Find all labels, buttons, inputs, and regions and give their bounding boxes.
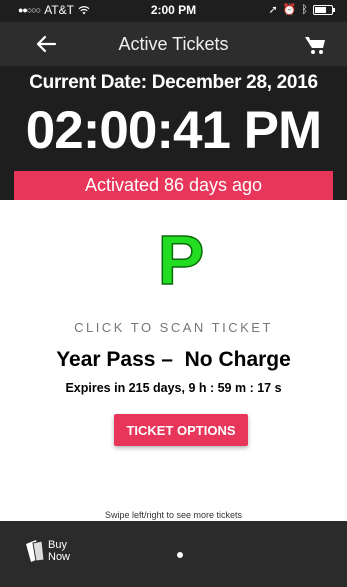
parking-logo-icon[interactable]: P: [158, 230, 204, 288]
signal-strength-icon: ●●○○○: [18, 5, 41, 15]
parking-logo-letter: P: [158, 230, 204, 288]
current-date: Current Date: December 28, 2016: [29, 72, 318, 93]
cart-button[interactable]: [302, 33, 328, 57]
ticket-options-button[interactable]: TICKET OPTIONS: [114, 414, 248, 446]
activated-banner: Activated 86 days ago: [14, 171, 333, 200]
ticket-expiry: Expires in 215 days, 9 h : 59 m : 17 s: [65, 381, 282, 395]
bluetooth-icon: ᛒ: [301, 3, 308, 16]
wifi-icon: [78, 6, 90, 15]
bottom-bar: Buy Now: [0, 521, 347, 587]
scan-ticket-label[interactable]: CLICK TO SCAN TICKET: [0, 320, 347, 335]
buy-now-label: Buy Now: [48, 539, 71, 563]
location-icon: ➚: [268, 4, 278, 16]
status-left: ●●○○○ AT&T: [18, 3, 90, 17]
battery-icon: [313, 4, 335, 15]
swipe-hint: Swipe left/right to see more tickets: [104, 510, 243, 520]
buy-now-button[interactable]: Buy Now: [24, 538, 74, 564]
alarm-icon: ⏰: [282, 4, 297, 16]
carrier-name: AT&T: [44, 3, 74, 17]
ticket-title: Year Pass – No Charge: [56, 348, 291, 371]
page-indicator-dot: [177, 552, 183, 558]
status-right: ➚ ⏰ ᛒ: [268, 3, 335, 16]
arrow-left-icon: [36, 35, 57, 53]
cart-icon: [305, 37, 325, 54]
back-button[interactable]: [34, 32, 58, 56]
current-time: 02:00:41 PM: [25, 101, 322, 160]
navigation-bar: Active Tickets: [0, 22, 347, 66]
tickets-icon: [26, 540, 45, 562]
status-bar: ●●○○○ AT&T 2:00 PM ➚ ⏰ ᛒ: [0, 0, 347, 20]
